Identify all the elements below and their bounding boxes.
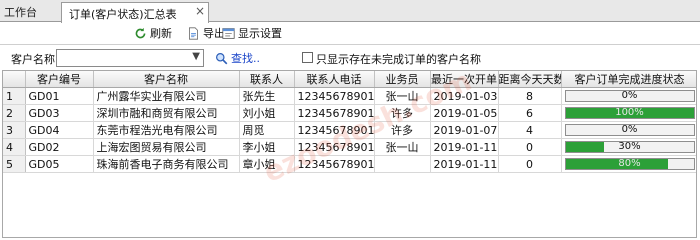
progress-label: 0% [621,124,638,135]
cell-salesman: 许多 [374,104,431,122]
cell-contact: 周觅 [239,121,295,139]
cell-days-since: 0 [498,155,562,173]
cell-last-order: 2019-01-11 [430,155,499,173]
toolbar: 刷新 导出 显示设置 [0,23,700,43]
cell-customer-code: GD04 [25,121,94,139]
header-last-order[interactable]: 最近一次开单 [430,71,499,88]
only-unfinished-checkbox[interactable] [302,52,313,63]
table-header-row: 客户编号 客户名称 联系人 联系人电话 业务员 最近一次开单 距离今天天数 客户… [3,71,696,88]
progress-label: 80% [618,158,641,169]
filter-bar: 客户名称 ▼ 查找.. 只显示存在未完成订单的客户名称 [0,47,700,69]
table-row[interactable]: 2 GD03 深圳市融和商贸有限公司 刘小姐 12345678901 许多 2019-01-… [3,104,696,122]
progress-label: 0% [621,90,638,101]
header-customer-name[interactable]: 客户名称 [93,71,240,88]
cell-last-order: 2019-01-11 [430,138,499,156]
search-label: 查找.. [231,52,260,65]
cell-contact: 章小姐 [239,155,295,173]
refresh-icon [135,27,146,38]
cell-contact: 李小姐 [239,138,295,156]
header-contact-phone[interactable]: 联系人电话 [294,71,375,88]
row-number: 1 [3,87,26,105]
cell-customer-name: 珠海前香电子商务有限公司 [93,155,240,173]
cell-salesman: 张一山 [374,87,431,105]
cell-customer-name: 深圳市融和商贸有限公司 [93,104,240,122]
cell-contact-phone: 12345678901 [294,121,375,139]
row-number: 2 [3,104,26,122]
tab-workbench[interactable]: 工作台 [4,4,37,20]
progress-bar: 0% [564,90,695,102]
cell-days-since: 8 [498,87,562,105]
cell-customer-code: GD03 [25,104,94,122]
customer-name-combobox[interactable]: ▼ [56,49,204,67]
cell-salesman [374,155,431,173]
chevron-down-icon[interactable]: ▼ [192,51,200,62]
toolbar-divider [0,44,700,45]
progress-label: 100% [615,107,644,118]
table-row[interactable]: 1 GD01 广州露华实业有限公司 张先生 12345678901 张一山 2019-01-… [3,87,696,105]
cell-progress: 30% [561,138,696,156]
cell-contact-phone: 12345678901 [294,155,375,173]
search-button[interactable]: 查找.. [215,50,260,66]
progress-bar: 100% [564,107,695,119]
refresh-button[interactable]: 刷新 [134,25,172,41]
tab-order-summary[interactable]: 订单(客户状态)汇总表 × [61,2,209,23]
display-settings-label: 显示设置 [238,27,282,40]
refresh-label: 刷新 [150,27,172,40]
row-number: 3 [3,121,26,139]
cell-contact: 张先生 [239,87,295,105]
cell-contact-phone: 12345678901 [294,87,375,105]
cell-days-since: 0 [498,138,562,156]
settings-icon [222,27,235,39]
header-contact[interactable]: 联系人 [239,71,295,88]
progress-label: 30% [618,141,641,152]
cell-customer-code: GD05 [25,155,94,173]
table-row[interactable]: 4 GD02 上海宏图贸易有限公司 李小姐 12345678901 张一山 2019-01-… [3,138,696,156]
header-rownum [3,71,26,88]
cell-progress: 0% [561,121,696,139]
order-summary-table: 客户编号 客户名称 联系人 联系人电话 业务员 最近一次开单 距离今天天数 客户… [3,71,696,173]
cell-contact-phone: 12345678901 [294,138,375,156]
row-number: 4 [3,138,26,156]
tab-order-summary-label: 订单(客户状态)汇总表 [69,8,177,21]
search-icon [216,52,228,64]
cell-progress: 0% [561,87,696,105]
cell-contact-phone: 12345678901 [294,104,375,122]
customer-name-label: 客户名称 [11,53,55,66]
cell-customer-code: GD01 [25,87,94,105]
cell-salesman: 张一山 [374,138,431,156]
cell-progress: 80% [561,155,696,173]
progress-bar: 80% [564,158,695,170]
progress-bar: 0% [564,124,695,136]
cell-progress: 100% [561,104,696,122]
cell-customer-name: 广州露华实业有限公司 [93,87,240,105]
cell-last-order: 2019-01-05 [430,104,499,122]
table-row[interactable]: 3 GD04 东莞市程浩光电有限公司 周觅 12345678901 许多 2019-01-0… [3,121,696,139]
cell-days-since: 4 [498,121,562,139]
display-settings-button[interactable]: 显示设置 [222,25,282,41]
cell-days-since: 6 [498,104,562,122]
header-salesman[interactable]: 业务员 [374,71,431,88]
cell-last-order: 2019-01-07 [430,121,499,139]
cell-contact: 刘小姐 [239,104,295,122]
cell-customer-name: 上海宏图贸易有限公司 [93,138,240,156]
export-icon [189,26,198,40]
only-unfinished-label: 只显示存在未完成订单的客户名称 [316,53,481,66]
close-icon[interactable]: × [195,4,205,18]
header-customer-code[interactable]: 客户编号 [25,71,94,88]
cell-customer-code: GD02 [25,138,94,156]
order-summary-grid: 客户编号 客户名称 联系人 联系人电话 业务员 最近一次开单 距离今天天数 客户… [2,70,697,238]
table-body: 1 GD01 广州露华实业有限公司 张先生 12345678901 张一山 2019-01-… [3,87,696,173]
table-row[interactable]: 5 GD05 珠海前香电子商务有限公司 章小姐 12345678901 2019-01-1… [3,155,696,173]
export-button[interactable]: 导出 [187,25,225,41]
row-number: 5 [3,155,26,173]
header-progress-status[interactable]: 客户订单完成进度状态 [561,71,696,88]
cell-customer-name: 东莞市程浩光电有限公司 [93,121,240,139]
cell-last-order: 2019-01-03 [430,87,499,105]
tab-bar: 工作台 订单(客户状态)汇总表 × [0,0,700,23]
cell-salesman: 许多 [374,121,431,139]
progress-bar: 30% [564,141,695,153]
header-days-since[interactable]: 距离今天天数 [498,71,562,88]
